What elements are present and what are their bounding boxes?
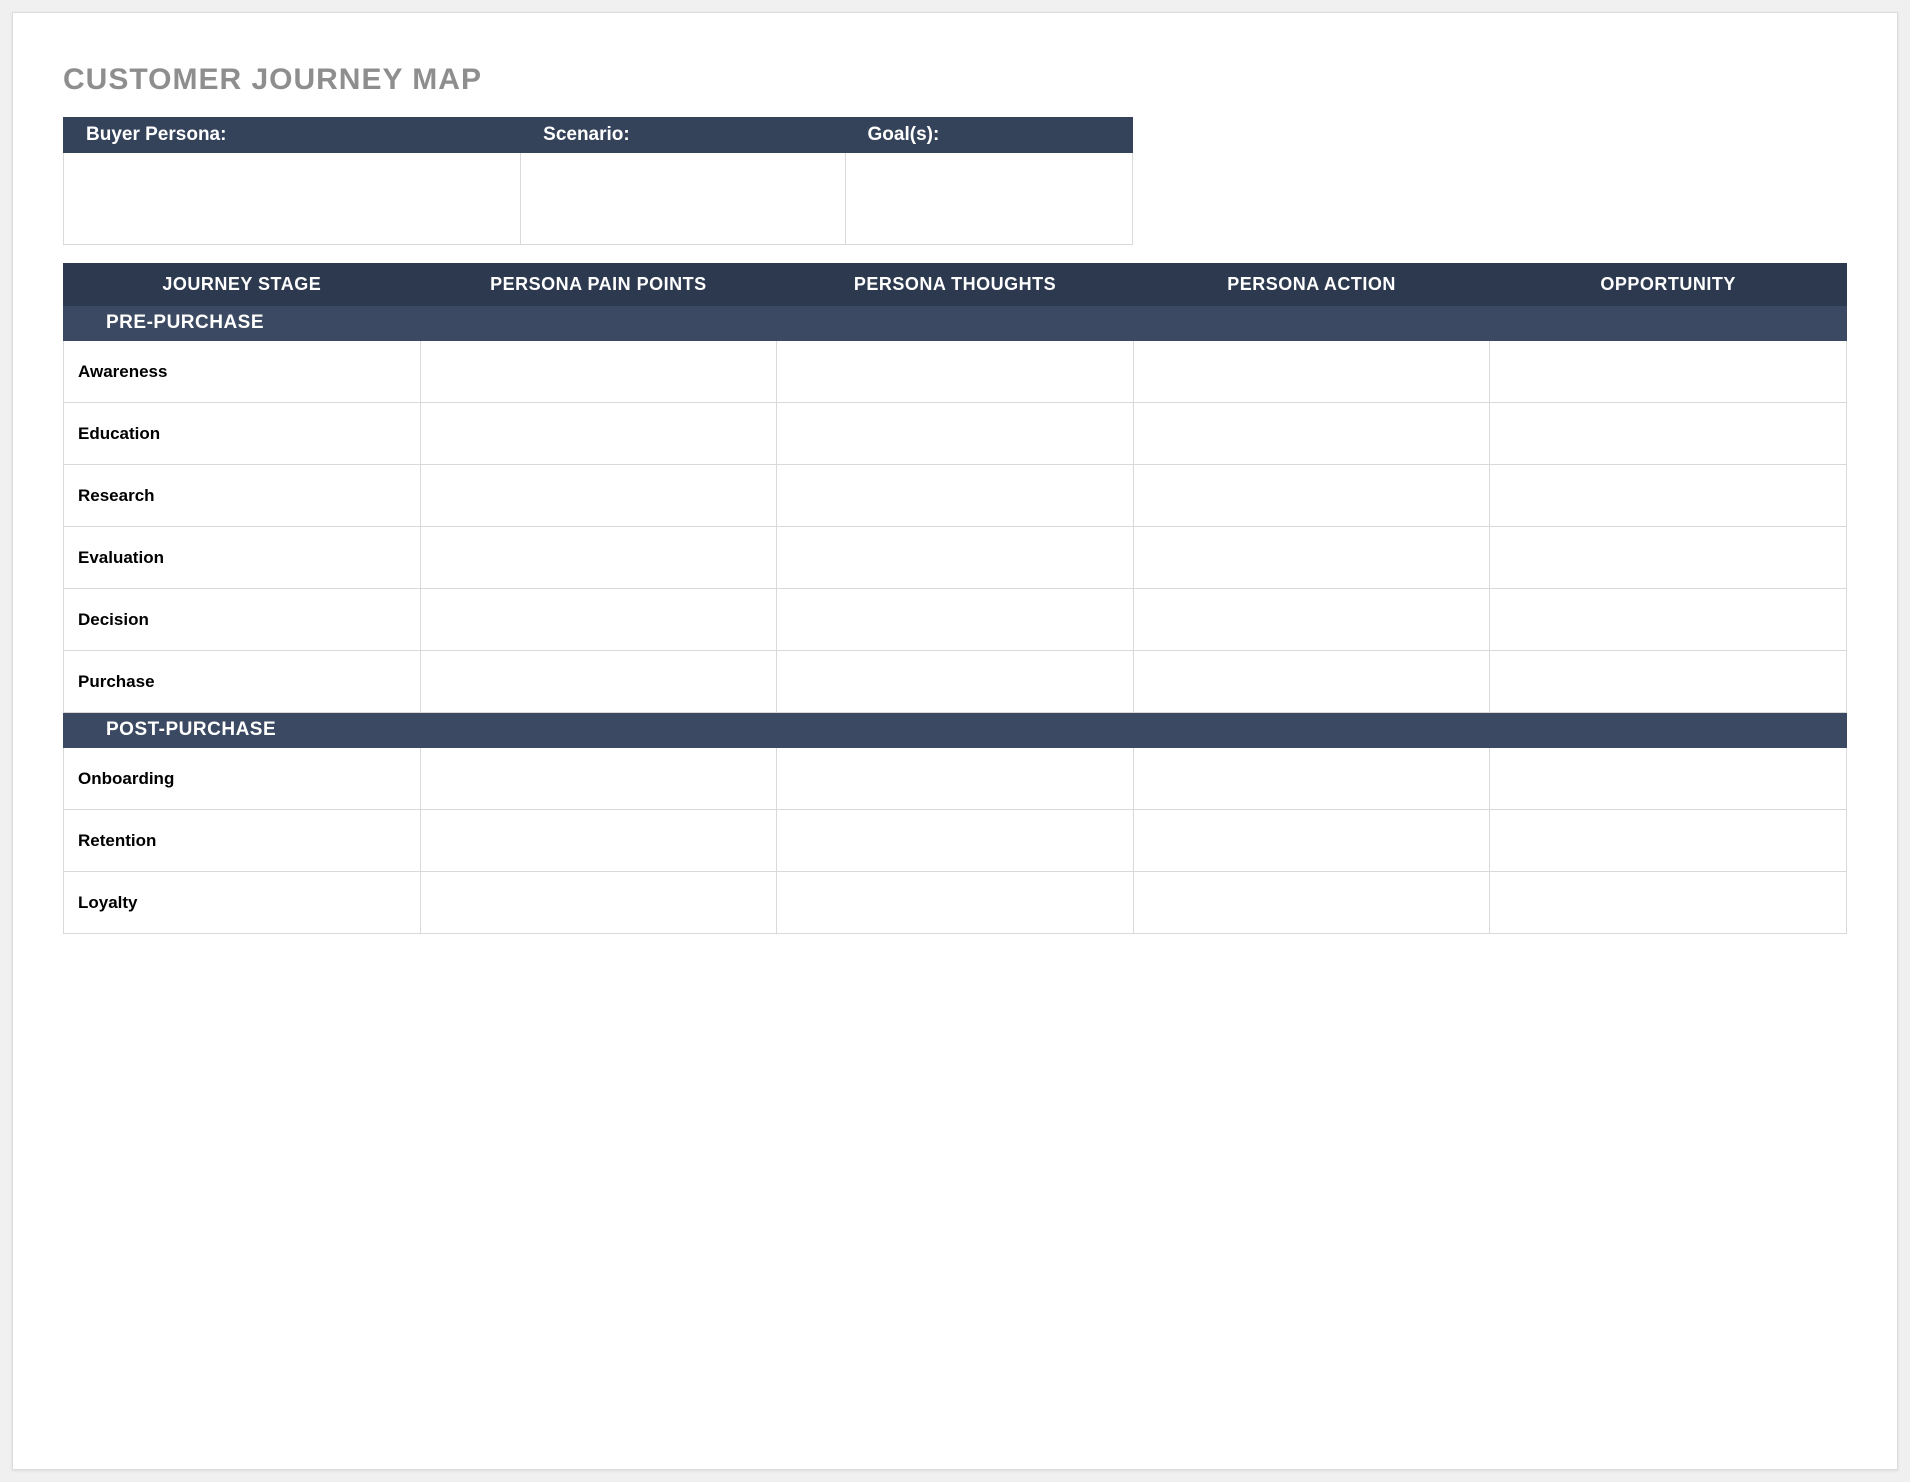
cell-decision-action[interactable] <box>1133 589 1490 651</box>
cell-onboarding-opportunity[interactable] <box>1490 748 1847 810</box>
cell-education-pain[interactable] <box>420 403 777 465</box>
cell-awareness-pain[interactable] <box>420 341 777 403</box>
section-pre-purchase-label: PRE-PURCHASE <box>64 306 1847 341</box>
cell-evaluation-opportunity[interactable] <box>1490 527 1847 589</box>
cell-research-pain[interactable] <box>420 465 777 527</box>
section-pre-purchase: PRE-PURCHASE <box>64 306 1847 341</box>
cell-research-thoughts[interactable] <box>777 465 1134 527</box>
cell-education-action[interactable] <box>1133 403 1490 465</box>
col-thoughts: PERSONA THOUGHTS <box>777 264 1134 306</box>
row-education: Education <box>64 403 1847 465</box>
info-header-row: Buyer Persona: Scenario: Goal(s): <box>64 118 1133 153</box>
journey-table: JOURNEY STAGE PERSONA PAIN POINTS PERSON… <box>63 263 1847 934</box>
stage-label-research: Research <box>64 465 421 527</box>
stage-label-retention: Retention <box>64 810 421 872</box>
info-table: Buyer Persona: Scenario: Goal(s): <box>63 117 1133 245</box>
row-onboarding: Onboarding <box>64 748 1847 810</box>
row-retention: Retention <box>64 810 1847 872</box>
cell-purchase-pain[interactable] <box>420 651 777 713</box>
stage-label-loyalty: Loyalty <box>64 872 421 934</box>
page-title: CUSTOMER JOURNEY MAP <box>63 63 1847 97</box>
cell-research-action[interactable] <box>1133 465 1490 527</box>
cell-purchase-thoughts[interactable] <box>777 651 1134 713</box>
section-post-purchase-label: POST-PURCHASE <box>64 713 1847 748</box>
cell-onboarding-thoughts[interactable] <box>777 748 1134 810</box>
cell-evaluation-action[interactable] <box>1133 527 1490 589</box>
cell-retention-opportunity[interactable] <box>1490 810 1847 872</box>
cell-evaluation-thoughts[interactable] <box>777 527 1134 589</box>
cell-goals[interactable] <box>845 153 1133 245</box>
stage-label-awareness: Awareness <box>64 341 421 403</box>
section-post-purchase: POST-PURCHASE <box>64 713 1847 748</box>
cell-purchase-action[interactable] <box>1133 651 1490 713</box>
col-journey-stage: JOURNEY STAGE <box>64 264 421 306</box>
row-loyalty: Loyalty <box>64 872 1847 934</box>
cell-decision-pain[interactable] <box>420 589 777 651</box>
cell-loyalty-thoughts[interactable] <box>777 872 1134 934</box>
cell-retention-action[interactable] <box>1133 810 1490 872</box>
cell-loyalty-pain[interactable] <box>420 872 777 934</box>
header-goals: Goal(s): <box>845 118 1133 153</box>
row-evaluation: Evaluation <box>64 527 1847 589</box>
cell-awareness-thoughts[interactable] <box>777 341 1134 403</box>
cell-decision-opportunity[interactable] <box>1490 589 1847 651</box>
cell-onboarding-action[interactable] <box>1133 748 1490 810</box>
row-awareness: Awareness <box>64 341 1847 403</box>
cell-decision-thoughts[interactable] <box>777 589 1134 651</box>
page-container: CUSTOMER JOURNEY MAP Buyer Persona: Scen… <box>12 12 1898 1470</box>
cell-retention-thoughts[interactable] <box>777 810 1134 872</box>
cell-awareness-action[interactable] <box>1133 341 1490 403</box>
cell-research-opportunity[interactable] <box>1490 465 1847 527</box>
cell-awareness-opportunity[interactable] <box>1490 341 1847 403</box>
cell-education-opportunity[interactable] <box>1490 403 1847 465</box>
cell-loyalty-opportunity[interactable] <box>1490 872 1847 934</box>
cell-purchase-opportunity[interactable] <box>1490 651 1847 713</box>
stage-label-purchase: Purchase <box>64 651 421 713</box>
stage-label-decision: Decision <box>64 589 421 651</box>
cell-education-thoughts[interactable] <box>777 403 1134 465</box>
col-opportunity: OPPORTUNITY <box>1490 264 1847 306</box>
row-decision: Decision <box>64 589 1847 651</box>
header-scenario: Scenario: <box>521 118 845 153</box>
stage-label-onboarding: Onboarding <box>64 748 421 810</box>
cell-retention-pain[interactable] <box>420 810 777 872</box>
stage-label-education: Education <box>64 403 421 465</box>
col-pain-points: PERSONA PAIN POINTS <box>420 264 777 306</box>
journey-header-row: JOURNEY STAGE PERSONA PAIN POINTS PERSON… <box>64 264 1847 306</box>
info-value-row <box>64 153 1133 245</box>
cell-loyalty-action[interactable] <box>1133 872 1490 934</box>
stage-label-evaluation: Evaluation <box>64 527 421 589</box>
row-purchase: Purchase <box>64 651 1847 713</box>
cell-onboarding-pain[interactable] <box>420 748 777 810</box>
cell-buyer-persona[interactable] <box>64 153 521 245</box>
header-buyer-persona: Buyer Persona: <box>64 118 521 153</box>
row-research: Research <box>64 465 1847 527</box>
col-action: PERSONA ACTION <box>1133 264 1490 306</box>
cell-scenario[interactable] <box>521 153 845 245</box>
cell-evaluation-pain[interactable] <box>420 527 777 589</box>
